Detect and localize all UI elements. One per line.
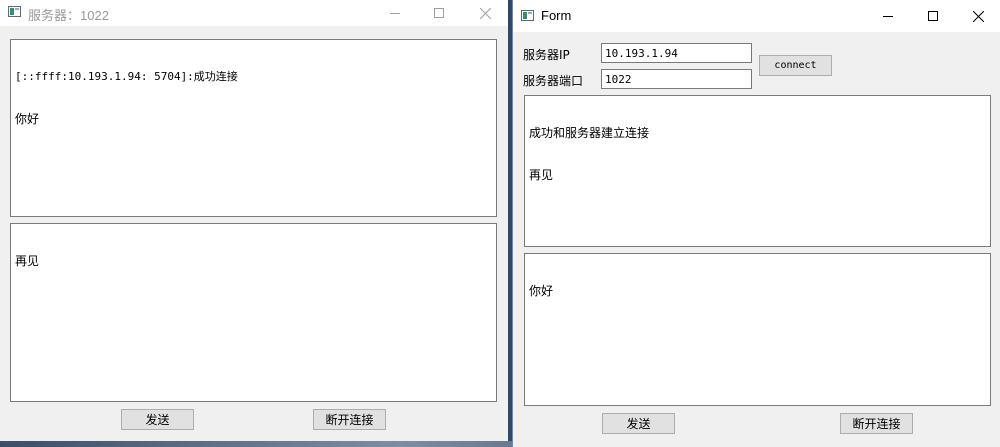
minimize-button[interactable] bbox=[865, 0, 911, 32]
maximize-button[interactable] bbox=[910, 0, 956, 32]
app-icon bbox=[8, 6, 21, 17]
server-received-line: 你好 bbox=[15, 112, 40, 126]
client-received-line: 再见 bbox=[529, 168, 554, 182]
server-ip-label: 服务器IP bbox=[523, 48, 570, 62]
connect-button[interactable]: connect bbox=[759, 55, 832, 76]
server-received-textbox[interactable]: [::ffff:10.193.1.94: 5704]:成功连接 你好 bbox=[10, 39, 497, 217]
client-send-textbox[interactable]: 你好 bbox=[524, 253, 991, 406]
server-port-input[interactable] bbox=[601, 69, 752, 89]
server-send-button[interactable]: 发送 bbox=[121, 409, 194, 430]
app-icon bbox=[521, 10, 534, 21]
close-icon bbox=[972, 10, 984, 22]
close-icon bbox=[479, 7, 491, 19]
client-send-button[interactable]: 发送 bbox=[602, 413, 675, 434]
maximize-button[interactable] bbox=[416, 0, 462, 26]
server-titlebar[interactable]: 服务器：1022 bbox=[0, 0, 508, 26]
server-received-line: [::ffff:10.193.1.94: 5704]:成功连接 bbox=[15, 70, 238, 83]
minimize-icon bbox=[883, 16, 893, 17]
client-titlebar[interactable]: Form bbox=[513, 0, 1000, 32]
server-window-title: 服务器：1022 bbox=[28, 8, 109, 23]
minimize-icon bbox=[390, 13, 400, 14]
client-window-title: Form bbox=[541, 8, 572, 23]
server-send-textbox[interactable]: 再见 bbox=[10, 223, 497, 402]
server-window: 服务器：1022 [::ffff:10.193.1.94: 5704]:成功连接… bbox=[0, 0, 508, 441]
server-disconnect-button[interactable]: 断开连接 bbox=[313, 409, 386, 430]
close-button[interactable] bbox=[462, 0, 508, 26]
client-send-text: 你好 bbox=[529, 284, 554, 298]
maximize-icon bbox=[928, 11, 938, 21]
client-received-line: 成功和服务器建立连接 bbox=[529, 126, 650, 140]
close-button[interactable] bbox=[955, 0, 1000, 32]
server-send-text: 再见 bbox=[15, 254, 40, 268]
client-window: Form 服务器IP 服务器端口 connect 成功和服务器建立连接 再见 你… bbox=[512, 0, 1000, 447]
client-received-textbox[interactable]: 成功和服务器建立连接 再见 bbox=[524, 95, 991, 247]
maximize-icon bbox=[434, 8, 444, 18]
client-disconnect-button[interactable]: 断开连接 bbox=[840, 413, 913, 434]
minimize-button[interactable] bbox=[372, 0, 418, 26]
server-ip-input[interactable] bbox=[601, 43, 752, 63]
server-port-label: 服务器端口 bbox=[523, 74, 584, 88]
